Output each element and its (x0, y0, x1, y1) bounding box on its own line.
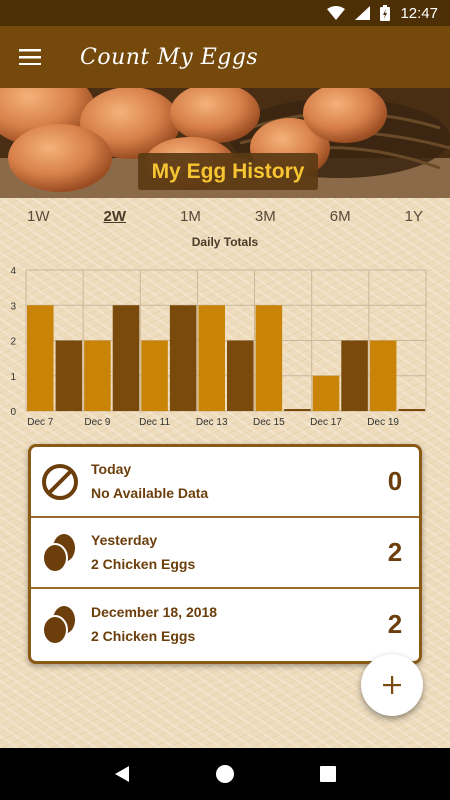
history-row-yesterday[interactable]: Yesterday 2 Chicken Eggs 2 (31, 518, 419, 589)
bar-dec-11 (141, 340, 168, 411)
entry-count: 0 (387, 466, 403, 496)
hamburger-menu-icon (19, 49, 41, 65)
bar-dec-19 (369, 340, 397, 411)
bar-dec-8 (55, 340, 83, 411)
x-tick-label: Dec 13 (196, 417, 228, 428)
wifi-icon (327, 6, 346, 20)
eggs-icon (42, 533, 75, 573)
plus-icon (383, 676, 401, 694)
history-row-today[interactable]: Today No Available Data 0 (31, 447, 419, 518)
range-tab-1m[interactable]: 1M (180, 208, 201, 232)
y-tick-label: 1 (10, 372, 16, 383)
recents-button[interactable] (308, 754, 348, 794)
bar-dec-20 (398, 409, 425, 411)
eggs-icon (42, 605, 75, 645)
x-tick-label: Dec 7 (27, 417, 54, 428)
x-tick-label: Dec 17 (310, 417, 342, 428)
bar-dec-16 (284, 409, 311, 411)
bar-dec-15 (255, 305, 283, 411)
range-tab-3m[interactable]: 3M (255, 208, 276, 232)
bar-dec-18 (341, 340, 368, 411)
menu-button[interactable] (0, 26, 60, 88)
entry-date: Today (91, 460, 132, 477)
range-tabs: 1W 2W 1M 3M 6M 1Y (0, 208, 450, 232)
history-card: Today No Available Data 0 Yesterday 2 Ch… (28, 444, 422, 664)
y-tick-label: 0 (10, 407, 16, 418)
history-row-dec-18[interactable]: December 18, 2018 2 Chicken Eggs 2 (31, 589, 419, 660)
app-bar: Count My Eggs (0, 26, 450, 88)
entry-count: 2 (387, 537, 403, 567)
y-tick-label: 4 (10, 266, 16, 277)
daily-totals-chart: 0 1 2 3 4 Dec 7 Dec 9 Dec 11 Dec 13 Dec 15 Dec 17 D… (10, 266, 427, 428)
x-tick-label: Dec 19 (367, 417, 399, 428)
bar-dec-14 (227, 340, 254, 411)
bar-dec-12 (169, 305, 197, 411)
bar-dec-9 (84, 340, 111, 411)
entry-count: 2 (387, 609, 403, 639)
no-data-icon (42, 463, 78, 500)
back-icon (114, 766, 129, 782)
hero-title: My Egg History (138, 153, 318, 190)
back-button[interactable] (102, 754, 142, 794)
entry-date: December 18, 2018 (91, 603, 218, 620)
bar-dec-7 (27, 305, 54, 411)
content-area: 1W 2W 1M 3M 6M 1Y Daily Totals 0 1 2 3 4 Dec … (0, 198, 450, 748)
entry-summary: No Available Data (91, 484, 209, 501)
navigation-bar (0, 748, 450, 800)
x-tick-label: Dec 15 (253, 417, 285, 428)
bar-dec-10 (112, 305, 140, 411)
range-tab-1w[interactable]: 1W (27, 208, 50, 232)
y-tick-label: 2 (10, 337, 16, 348)
status-bar: 12:47 (0, 0, 450, 26)
entry-summary: 2 Chicken Eggs (91, 555, 196, 572)
signal-icon (355, 6, 371, 20)
bar-dec-13 (198, 305, 225, 411)
range-tab-1y[interactable]: 1Y (405, 208, 423, 232)
range-tab-6m[interactable]: 6M (330, 208, 351, 232)
x-tick-label: Dec 11 (139, 417, 170, 428)
entry-summary: 2 Chicken Eggs (91, 627, 196, 644)
range-tab-2w[interactable]: 2W (104, 208, 127, 232)
add-entry-button[interactable] (361, 654, 423, 716)
y-tick-label: 3 (10, 301, 16, 312)
bar-dec-17 (312, 375, 340, 411)
app-title: Count My Eggs (80, 44, 259, 70)
battery-icon (380, 5, 391, 21)
status-time: 12:47 (400, 4, 438, 22)
hero-banner: My Egg History (0, 88, 450, 198)
chart-title: Daily Totals (191, 235, 259, 249)
home-icon (215, 765, 234, 783)
entry-date: Yesterday (91, 531, 158, 548)
recents-icon (320, 766, 337, 782)
home-button[interactable] (205, 754, 245, 794)
x-tick-label: Dec 9 (84, 417, 111, 428)
